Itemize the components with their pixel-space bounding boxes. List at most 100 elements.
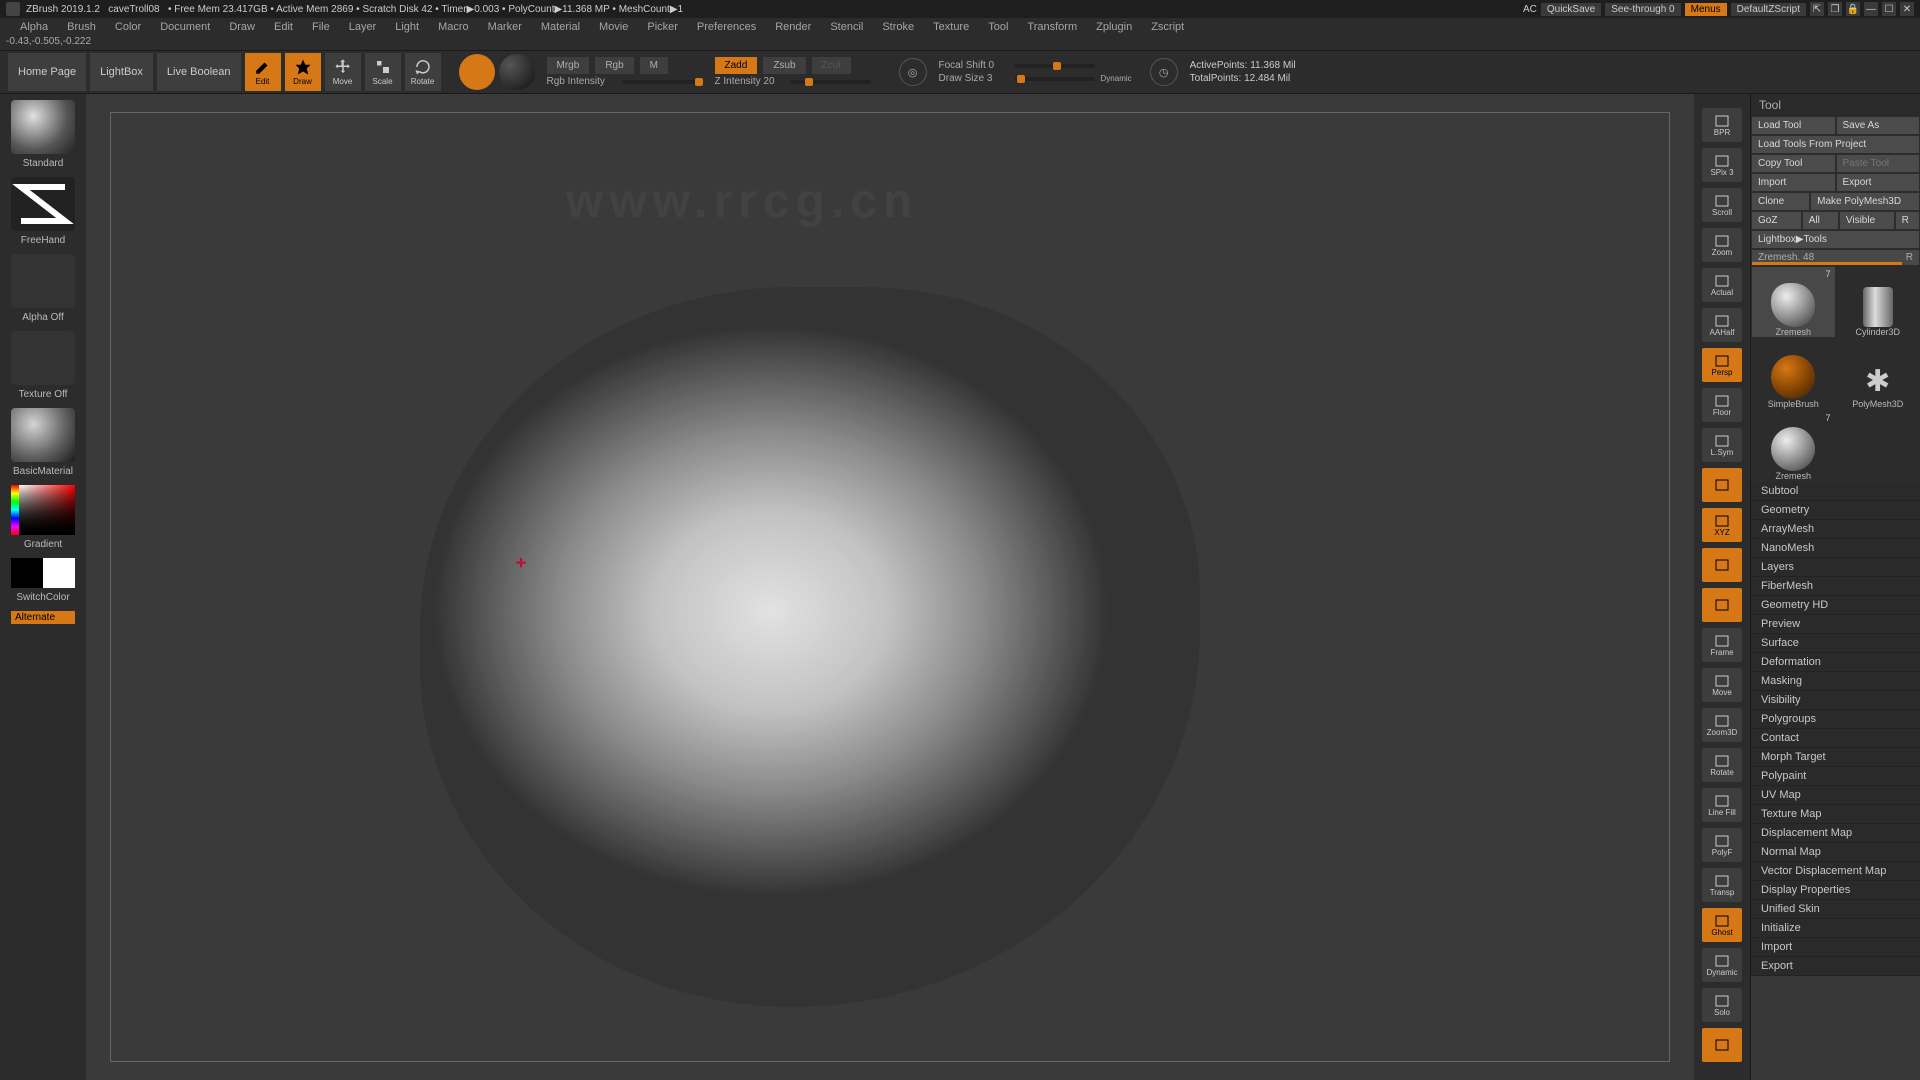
section-visibility[interactable]: Visibility: [1751, 691, 1920, 710]
menu-movie[interactable]: Movie: [599, 21, 628, 33]
tool-thumb-zremesh[interactable]: 7Zremesh: [1751, 266, 1836, 338]
focal-shift-knob[interactable]: ◎: [899, 58, 927, 86]
section-arraymesh[interactable]: ArrayMesh: [1751, 520, 1920, 539]
color-swatches[interactable]: [11, 558, 75, 588]
shelf-rotate[interactable]: Rotate: [1702, 748, 1742, 782]
menu-stencil[interactable]: Stencil: [830, 21, 863, 33]
swatch-secondary[interactable]: [43, 558, 75, 588]
alpha-thumbnail[interactable]: [11, 254, 75, 308]
load-tool-button[interactable]: Load Tool: [1751, 116, 1836, 135]
minimize-icon[interactable]: —: [1864, 2, 1878, 16]
tool-thumb-simplebrush[interactable]: SimpleBrush: [1751, 338, 1836, 410]
shelf-transp[interactable]: Transp: [1702, 868, 1742, 902]
menu-preferences[interactable]: Preferences: [697, 21, 756, 33]
menu-macro[interactable]: Macro: [438, 21, 469, 33]
section-masking[interactable]: Masking: [1751, 672, 1920, 691]
texture-thumbnail[interactable]: [11, 331, 75, 385]
menu-layer[interactable]: Layer: [349, 21, 377, 33]
draw-mode-button[interactable]: Draw: [285, 53, 321, 91]
zsub-button[interactable]: Zsub: [763, 57, 805, 74]
shelf-icon[interactable]: [1702, 548, 1742, 582]
copy-tool-button[interactable]: Copy Tool: [1751, 154, 1836, 173]
close-icon[interactable]: ✕: [1900, 2, 1914, 16]
menu-stroke[interactable]: Stroke: [882, 21, 914, 33]
clone-button[interactable]: Clone: [1751, 192, 1810, 211]
section-nanomesh[interactable]: NanoMesh: [1751, 539, 1920, 558]
section-preview[interactable]: Preview: [1751, 615, 1920, 634]
zcut-button[interactable]: Zcut: [812, 57, 851, 74]
shelf-icon[interactable]: [1702, 588, 1742, 622]
goz-button[interactable]: GoZ: [1751, 211, 1802, 230]
alternate-button[interactable]: Alternate: [11, 611, 75, 624]
section-polypaint[interactable]: Polypaint: [1751, 767, 1920, 786]
paste-tool-button[interactable]: Paste Tool: [1836, 154, 1920, 173]
pin-icon[interactable]: ⇱: [1810, 2, 1824, 16]
save-as-button[interactable]: Save As: [1836, 116, 1920, 135]
lightbox-tools-button[interactable]: Lightbox▶Tools: [1751, 230, 1920, 249]
tool-thumb-polymesh3d[interactable]: ✱PolyMesh3D: [1836, 338, 1920, 410]
section-texture-map[interactable]: Texture Map: [1751, 805, 1920, 824]
shelf-xyz[interactable]: XYZ: [1702, 508, 1742, 542]
section-initialize[interactable]: Initialize: [1751, 919, 1920, 938]
shelf-floor[interactable]: Floor: [1702, 388, 1742, 422]
section-morph-target[interactable]: Morph Target: [1751, 748, 1920, 767]
move-mode-button[interactable]: Move: [325, 53, 361, 91]
gradient-label[interactable]: Gradient: [24, 539, 62, 550]
seethrough-slider[interactable]: See-through 0: [1605, 3, 1680, 16]
scale-mode-button[interactable]: Scale: [365, 53, 401, 91]
shelf-actual[interactable]: Actual: [1702, 268, 1742, 302]
color-picker[interactable]: [11, 485, 75, 535]
shelf-move[interactable]: Move: [1702, 668, 1742, 702]
section-surface[interactable]: Surface: [1751, 634, 1920, 653]
section-subtool[interactable]: Subtool: [1751, 482, 1920, 501]
homepage-button[interactable]: Home Page: [8, 53, 86, 91]
section-display-properties[interactable]: Display Properties: [1751, 881, 1920, 900]
canvas-viewport[interactable]: www.rrcg.cn ✛: [86, 94, 1694, 1080]
section-polygroups[interactable]: Polygroups: [1751, 710, 1920, 729]
menu-material[interactable]: Material: [541, 21, 580, 33]
section-uv-map[interactable]: UV Map: [1751, 786, 1920, 805]
default-zscript[interactable]: DefaultZScript: [1731, 3, 1806, 16]
swatch-main[interactable]: [11, 558, 43, 588]
section-displacement-map[interactable]: Displacement Map: [1751, 824, 1920, 843]
menu-color[interactable]: Color: [115, 21, 141, 33]
tool-thumb-zremesh[interactable]: 7Zremesh: [1751, 410, 1836, 482]
shelf-icon[interactable]: [1702, 468, 1742, 502]
shelf-scroll[interactable]: Scroll: [1702, 188, 1742, 222]
shelf-dynamic[interactable]: Dynamic: [1702, 948, 1742, 982]
sphere-brush-icon[interactable]: [459, 54, 495, 90]
shelf-frame[interactable]: Frame: [1702, 628, 1742, 662]
menu-light[interactable]: Light: [395, 21, 419, 33]
menus-toggle[interactable]: Menus: [1685, 3, 1727, 16]
shelf-persp[interactable]: Persp: [1702, 348, 1742, 382]
make-polymesh3d-button[interactable]: Make PolyMesh3D: [1810, 192, 1920, 211]
section-geometry-hd[interactable]: Geometry HD: [1751, 596, 1920, 615]
shelf-polyf[interactable]: PolyF: [1702, 828, 1742, 862]
maximize-icon[interactable]: ☐: [1882, 2, 1896, 16]
shelf-zoom[interactable]: Zoom: [1702, 228, 1742, 262]
menu-brush[interactable]: Brush: [67, 21, 96, 33]
section-vector-displacement-map[interactable]: Vector Displacement Map: [1751, 862, 1920, 881]
section-fibermesh[interactable]: FiberMesh: [1751, 577, 1920, 596]
section-unified-skin[interactable]: Unified Skin: [1751, 900, 1920, 919]
shelf-line-fill[interactable]: Line Fill: [1702, 788, 1742, 822]
menu-texture[interactable]: Texture: [933, 21, 969, 33]
menu-file[interactable]: File: [312, 21, 330, 33]
section-geometry[interactable]: Geometry: [1751, 501, 1920, 520]
export-button[interactable]: Export: [1836, 173, 1920, 192]
zremesh-r-button[interactable]: R: [1906, 252, 1913, 263]
import-button[interactable]: Import: [1751, 173, 1836, 192]
zadd-button[interactable]: Zadd: [715, 57, 758, 74]
section-deformation[interactable]: Deformation: [1751, 653, 1920, 672]
goz-r-button[interactable]: R: [1895, 211, 1920, 230]
menu-zscript[interactable]: Zscript: [1151, 21, 1184, 33]
shelf-zoom3d[interactable]: Zoom3D: [1702, 708, 1742, 742]
stroke-thumbnail[interactable]: [11, 177, 75, 231]
rotate-mode-button[interactable]: Rotate: [405, 53, 441, 91]
menu-alpha[interactable]: Alpha: [20, 21, 48, 33]
menu-transform[interactable]: Transform: [1027, 21, 1077, 33]
shelf-solo[interactable]: Solo: [1702, 988, 1742, 1022]
menu-edit[interactable]: Edit: [274, 21, 293, 33]
dynamic-label[interactable]: Dynamic: [1101, 74, 1132, 83]
menu-marker[interactable]: Marker: [488, 21, 522, 33]
